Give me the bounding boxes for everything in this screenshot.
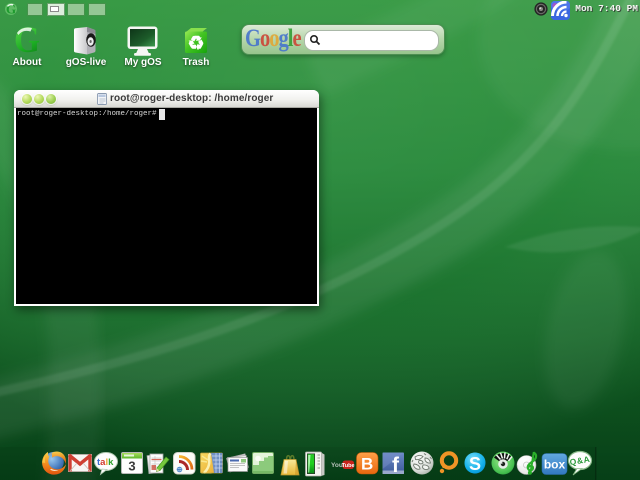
svg-text:♻: ♻ — [187, 34, 204, 55]
svg-text:S: S — [469, 454, 481, 474]
svg-text:3: 3 — [128, 459, 135, 474]
svg-text:f: f — [392, 454, 400, 477]
svg-text:box: box — [544, 458, 566, 472]
svg-text:Tube: Tube — [342, 463, 355, 469]
svg-text:talk: talk — [97, 457, 114, 468]
svg-text:B: B — [361, 455, 373, 474]
